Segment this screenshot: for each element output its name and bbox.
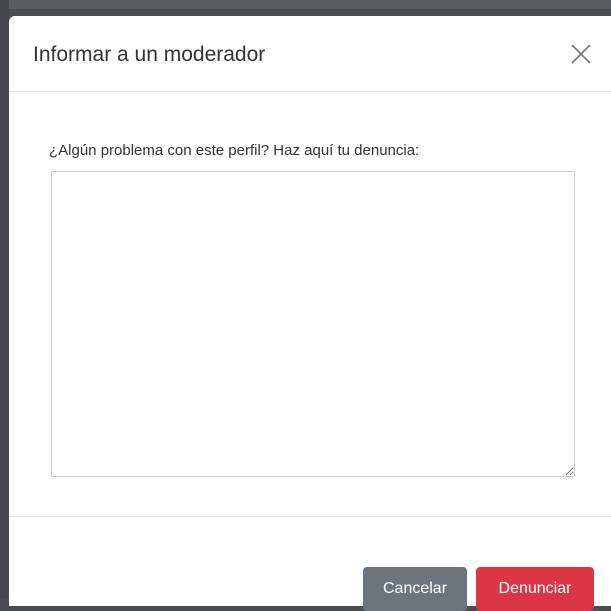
report-field-label: ¿Algún problema con este perfil? Haz aqu… xyxy=(49,142,420,159)
report-textarea[interactable] xyxy=(51,171,575,477)
modal-footer: Cancelar Denunciar xyxy=(9,516,611,611)
modal-body: ¿Algún problema con este perfil? Haz aqu… xyxy=(9,92,611,516)
report-button[interactable]: Denunciar xyxy=(476,567,594,611)
cancel-button[interactable]: Cancelar xyxy=(363,567,467,611)
modal-title: Informar a un moderador xyxy=(33,43,266,66)
page-backdrop-top xyxy=(0,0,611,9)
report-modal: Informar a un moderador ¿Algún problema … xyxy=(9,16,611,611)
modal-header: Informar a un moderador xyxy=(9,16,611,92)
close-icon xyxy=(571,44,591,64)
page-backdrop-left xyxy=(0,0,9,598)
close-button[interactable] xyxy=(569,42,593,66)
